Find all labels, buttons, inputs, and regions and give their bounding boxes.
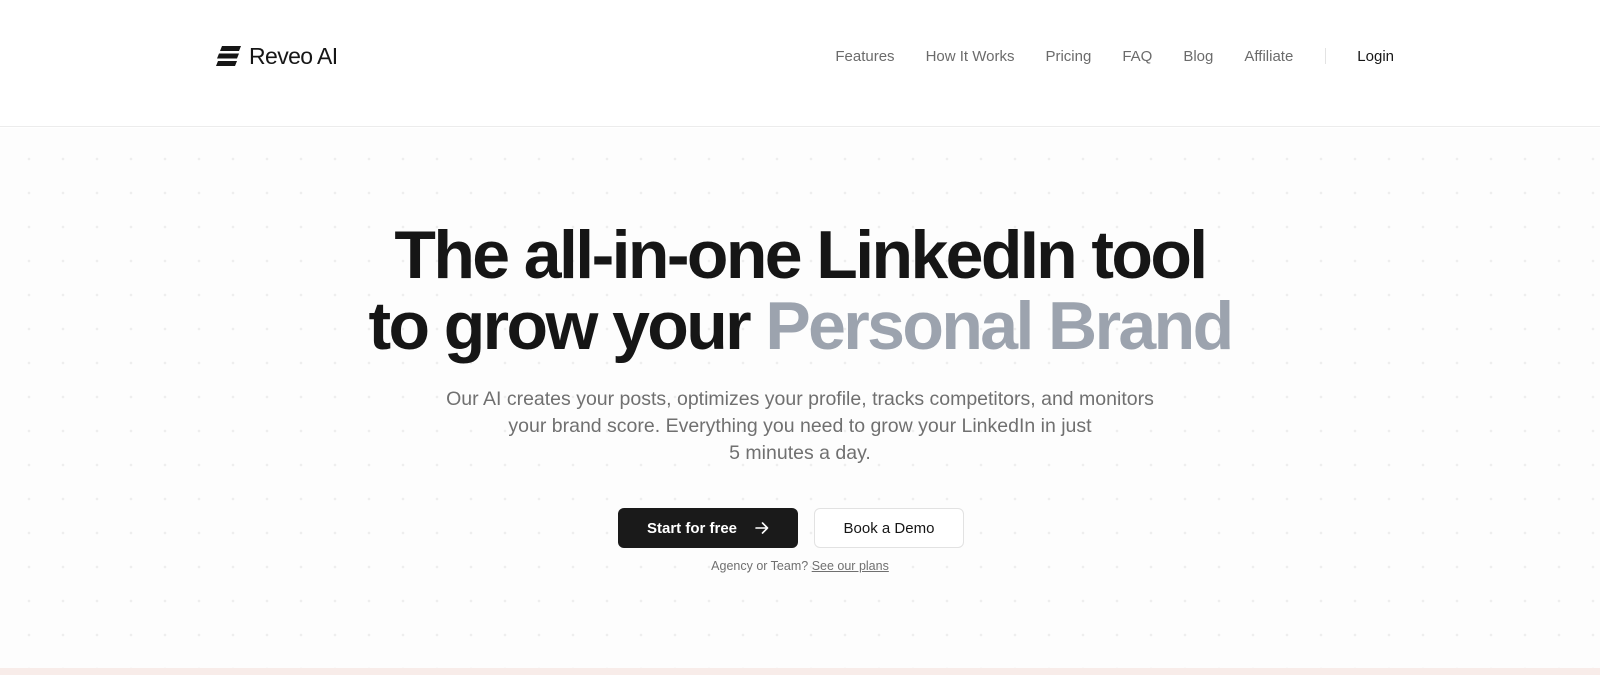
start-for-free-label: Start for free	[646, 519, 738, 537]
start-for-free-button[interactable]: Start for free	[618, 508, 798, 548]
nav-link-features[interactable]: Features	[835, 48, 894, 65]
login-link[interactable]: Login	[1357, 48, 1394, 65]
site-header: Reveo AI Features How It Works Pricing F…	[0, 0, 1600, 127]
nav-link-how-it-works[interactable]: How It Works	[926, 48, 1015, 65]
stacked-bars-logo-icon	[216, 46, 241, 66]
brand-logo-link[interactable]: Reveo AI	[216, 44, 338, 68]
nav-link-faq[interactable]: FAQ	[1122, 48, 1152, 65]
hero-headline: The all-in-one LinkedIn tool to grow you…	[0, 220, 1600, 362]
headline-line-1: The all-in-one LinkedIn tool	[394, 217, 1208, 293]
subtitle-line-1: Our AI creates your posts, optimizes you…	[446, 388, 1154, 410]
brand-name: Reveo AI	[249, 43, 338, 69]
hero-section: The all-in-one LinkedIn tool to grow you…	[0, 128, 1600, 668]
headline-line-2: to grow your Personal Brand	[0, 291, 1600, 362]
hero-subtitle: Our AI creates your posts, optimizes you…	[400, 386, 1200, 467]
plans-note-prefix: Agency or Team?	[711, 559, 809, 573]
nav-link-affiliate[interactable]: Affiliate	[1244, 48, 1293, 65]
nav-link-blog[interactable]: Blog	[1183, 48, 1213, 65]
plans-note: Agency or Team? See our plans	[0, 559, 1600, 573]
book-a-demo-button[interactable]: Book a Demo	[814, 508, 964, 548]
arrow-right-icon	[755, 522, 769, 534]
headline-accent: Personal Brand	[765, 288, 1234, 364]
subtitle-line-2: your brand score. Everything you need to…	[508, 415, 1092, 437]
see-our-plans-link[interactable]: See our plans	[812, 559, 889, 573]
subtitle-line-3: 5 minutes a day.	[729, 442, 871, 464]
nav-divider	[1325, 48, 1327, 64]
headline-prefix: to grow your	[368, 288, 751, 364]
cta-row: Start for free Book a Demo	[618, 508, 964, 548]
main-nav: Features How It Works Pricing FAQ Blog A…	[835, 46, 1394, 66]
nav-link-pricing[interactable]: Pricing	[1045, 48, 1091, 65]
next-section-edge	[0, 668, 1600, 675]
